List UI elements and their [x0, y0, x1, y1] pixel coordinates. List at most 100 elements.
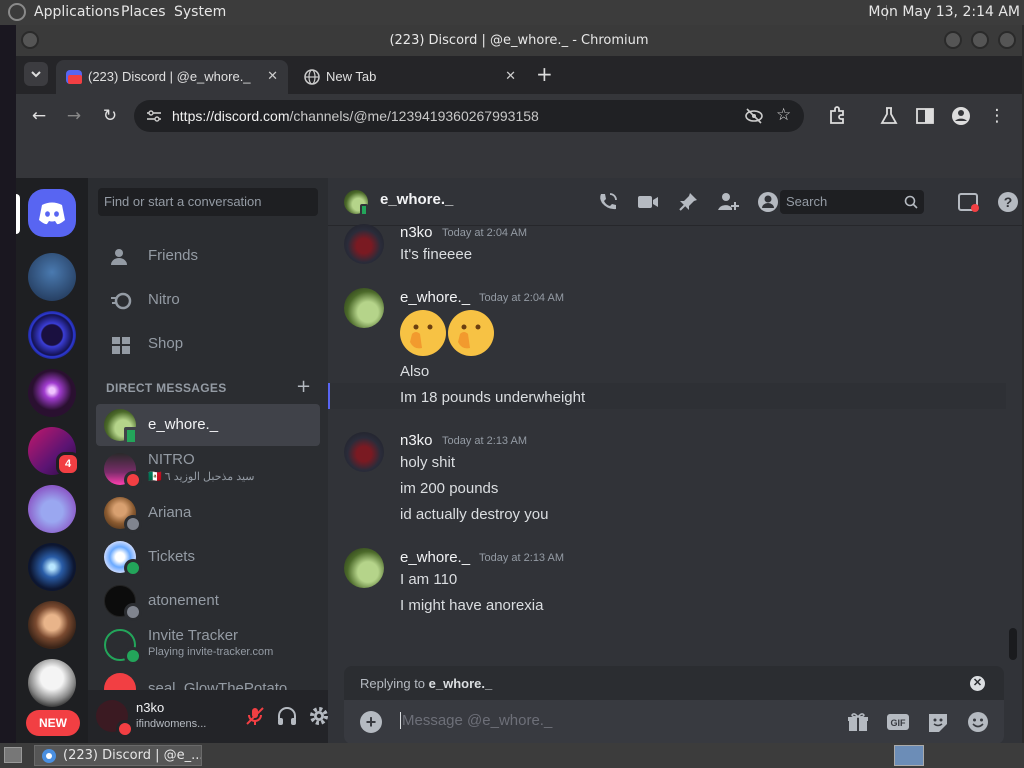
help-icon[interactable]: ?	[996, 190, 1020, 214]
dm-item[interactable]: e_whore._	[96, 404, 320, 446]
dm-name: NITRO	[148, 451, 195, 468]
places-menu[interactable]: Places	[121, 4, 166, 20]
kebab-menu-icon[interactable]: ⋮	[986, 105, 1008, 127]
recipient-name[interactable]: e_whore._	[380, 191, 453, 208]
server-icon[interactable]	[28, 253, 76, 301]
server-icon[interactable]	[28, 311, 76, 359]
dm-item[interactable]: Ariana	[96, 492, 320, 534]
nav-friends[interactable]: Friends	[96, 236, 320, 278]
dm-item[interactable]: NITRO 🇲🇽 سيد مذحبل الوزيد ٦	[96, 448, 320, 490]
panel-clock[interactable]: Mon May 13, 2:14 AM	[868, 4, 1020, 20]
message-input[interactable]: Message @e_whore._	[400, 712, 552, 729]
chat-header: e_whore._ Search ?	[328, 178, 1022, 226]
tab-close-icon[interactable]: ✕	[505, 68, 516, 84]
messages-scrollbar-thumb[interactable]	[1009, 628, 1017, 660]
add-friends-to-dm-icon[interactable]	[716, 190, 740, 214]
bookmarks-bar	[16, 138, 1022, 178]
new-badge[interactable]: NEW	[26, 710, 80, 736]
offline-status-icon	[124, 603, 142, 621]
labs-flask-icon[interactable]	[878, 105, 900, 127]
message-avatar[interactable]	[344, 548, 384, 588]
profile-avatar-icon[interactable]	[950, 105, 972, 127]
mute-mic-icon[interactable]	[244, 705, 266, 727]
window-titlebar[interactable]: (223) Discord | @e_whore._ - Chromium	[16, 25, 1022, 56]
headphones-icon[interactable]	[276, 705, 298, 727]
svg-text:GIF: GIF	[891, 718, 907, 728]
shop-icon	[112, 337, 130, 354]
server-icon[interactable]	[28, 659, 76, 707]
message-timestamp: Today at 2:04 AM	[442, 227, 527, 239]
new-tab-plus-icon[interactable]: +	[536, 64, 553, 84]
tab-discord[interactable]: (223) Discord | @e_whore._ ✕	[56, 60, 288, 94]
message-author[interactable]: n3ko	[400, 432, 433, 449]
search-icon	[904, 195, 918, 209]
workspace-switcher[interactable]	[894, 745, 924, 766]
message-avatar[interactable]	[344, 224, 384, 264]
friends-icon	[111, 249, 127, 265]
extensions-puzzle-icon[interactable]	[826, 105, 848, 127]
pinned-messages-icon[interactable]	[676, 190, 700, 214]
applications-menu[interactable]: Applications	[34, 4, 120, 20]
dm-name: Invite Tracker	[148, 627, 239, 644]
message-list: n3ko Today at 2:04 AM It's fineeee e_who…	[328, 224, 1022, 636]
message-text: It's fineeee	[400, 246, 473, 263]
offline-status-icon	[124, 515, 142, 533]
tab-close-icon[interactable]: ✕	[267, 68, 278, 84]
message-author[interactable]: e_whore._	[400, 549, 470, 566]
upload-plus-icon[interactable]: +	[360, 711, 382, 733]
dm-item[interactable]: Invite Tracker Playing invite-tracker.co…	[96, 624, 320, 666]
dm-item[interactable]: Tickets	[96, 536, 320, 578]
globe-icon	[304, 69, 320, 85]
eye-slash-icon[interactable]	[744, 108, 764, 124]
taskbar-window-button[interactable]: (223) Discord | @e_...	[34, 745, 202, 766]
message-author[interactable]: e_whore._	[400, 289, 470, 306]
voice-call-icon[interactable]	[596, 190, 620, 214]
dm-section-header: DIRECT MESSAGES	[106, 381, 227, 395]
address-bar[interactable]: https://discord.com/channels/@me/1239419…	[134, 100, 804, 132]
chat-search-input[interactable]: Search	[780, 190, 924, 214]
server-icon[interactable]	[28, 543, 76, 591]
create-dm-plus-icon[interactable]: +	[296, 376, 311, 397]
message-avatar[interactable]	[344, 288, 384, 328]
server-icon[interactable]	[28, 601, 76, 649]
back-arrow-icon[interactable]: ←	[28, 105, 50, 127]
server-icon[interactable]	[28, 369, 76, 417]
reload-icon[interactable]: ↻	[99, 105, 121, 127]
gift-icon[interactable]	[846, 711, 870, 733]
gif-icon[interactable]: GIF	[886, 711, 910, 733]
message-text: Im 18 pounds underwheight	[400, 389, 586, 406]
message-avatar[interactable]	[344, 432, 384, 472]
tab-search-button[interactable]	[24, 62, 48, 86]
forward-arrow-icon[interactable]: →	[63, 105, 85, 127]
inbox-icon[interactable]	[956, 190, 980, 214]
server-icon[interactable]	[28, 485, 76, 533]
message-composer[interactable]: + Message @e_whore._ GIF	[344, 700, 1004, 743]
top-panel: Applications Places System Mon May 13, 2…	[0, 0, 1024, 25]
user-profile-icon[interactable]	[756, 190, 780, 214]
message-text: im 200 pounds	[400, 480, 499, 497]
system-menu[interactable]: System	[174, 4, 226, 20]
emoji-picker-icon[interactable]	[966, 711, 990, 733]
settings-gear-icon[interactable]	[308, 705, 330, 727]
close-window-button[interactable]	[998, 31, 1016, 49]
online-status-icon	[124, 559, 142, 577]
dnd-status-icon	[124, 471, 142, 489]
minimize-button[interactable]	[944, 31, 962, 49]
message-author[interactable]: n3ko	[400, 224, 433, 241]
maximize-button[interactable]	[971, 31, 989, 49]
bookmark-star-icon[interactable]: ☆	[776, 105, 791, 125]
tab-new-tab[interactable]: New Tab ✕	[294, 60, 526, 94]
cancel-reply-close-icon[interactable]: ✕	[970, 676, 985, 691]
sticker-icon[interactable]	[926, 711, 950, 733]
dm-search-input[interactable]: Find or start a conversation	[98, 188, 318, 216]
distro-logo-icon[interactable]	[8, 3, 26, 21]
home-button[interactable]	[28, 189, 76, 237]
nav-nitro[interactable]: Nitro	[96, 280, 320, 322]
side-panel-icon[interactable]	[914, 105, 936, 127]
video-call-icon[interactable]	[636, 190, 660, 214]
show-desktop-icon[interactable]	[4, 747, 22, 763]
dm-item[interactable]: atonement	[96, 580, 320, 622]
nav-shop[interactable]: Shop	[96, 324, 320, 366]
site-info-icon[interactable]	[146, 109, 162, 123]
dm-sidebar: Find or start a conversation Friends Nit…	[88, 178, 328, 743]
